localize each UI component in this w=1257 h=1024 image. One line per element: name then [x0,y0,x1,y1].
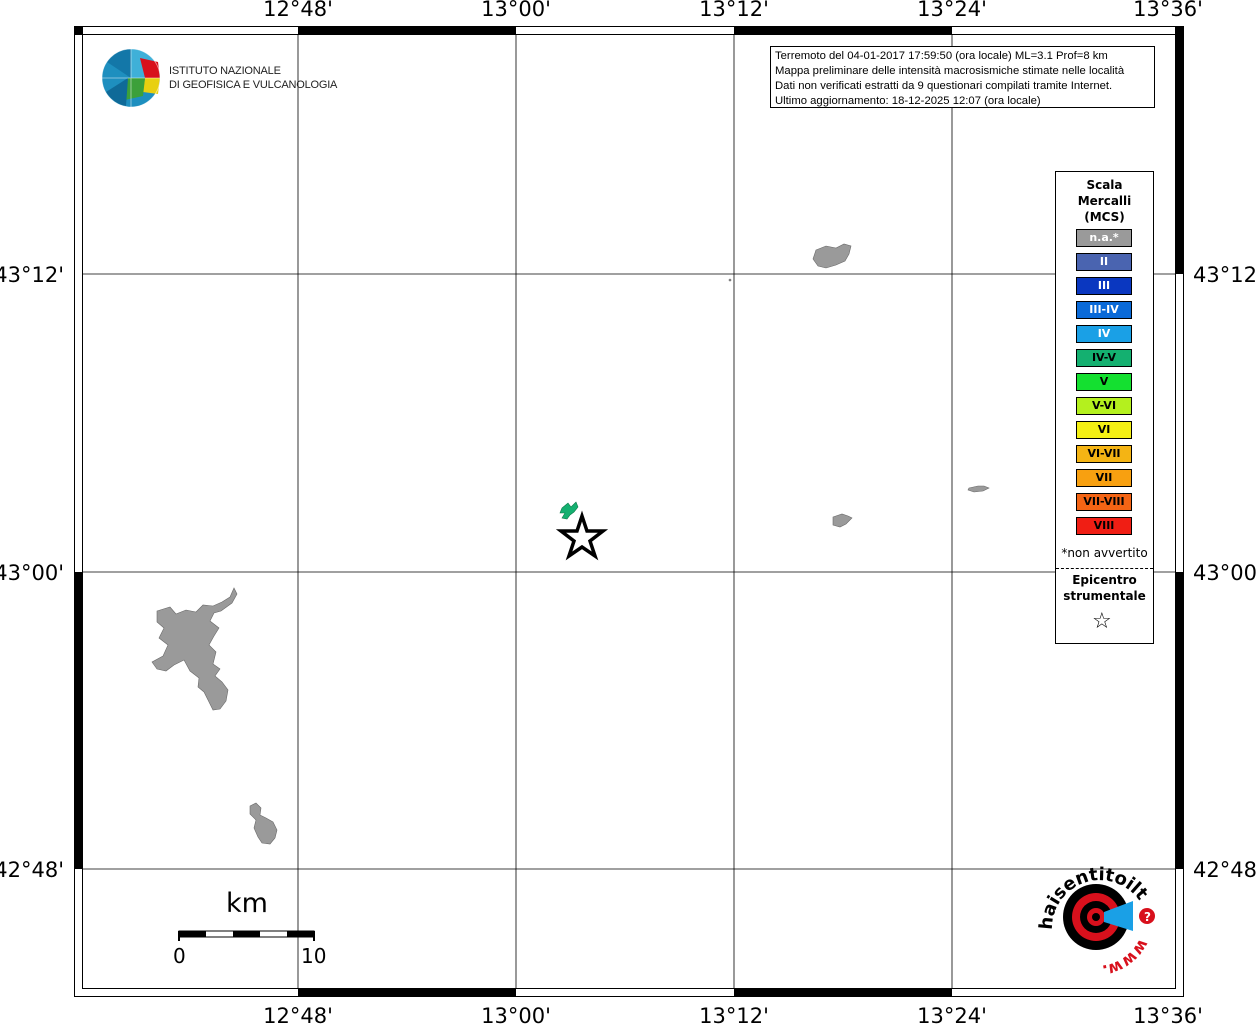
lon-label-top: 13°24' [917,0,987,21]
legend-divider [1056,568,1153,569]
lat-label-right: 43°00' [1193,561,1257,585]
logo-line: ISTITUTO NAZIONALE [169,65,281,77]
legend-title-line: (MCS) [1084,210,1125,224]
scale-unit: km [226,888,268,919]
lon-label-bottom: 13°36' [1133,1004,1203,1024]
town-point [728,278,732,282]
legend-item: VII [1076,469,1132,487]
legend-item: V [1076,373,1132,391]
legend-item: VI-VII [1076,445,1132,463]
lon-label-bottom: 12°48' [263,1004,333,1024]
legend-title-line: Mercalli [1077,194,1132,208]
intensity-legend: Scala Mercalli (MCS) n.a.* II III III-IV IV I… [1055,171,1154,644]
ingv-logo-text: ISTITUTO NAZIONALE DI GEOFISICA E VULCAN… [169,64,337,92]
legend-item: VI [1076,421,1132,439]
scale-min-label: 0 [173,944,186,968]
legend-epicenter-label: Epicentro strumentale [1056,572,1153,604]
lon-label-bottom: 13°12' [699,1004,769,1024]
lat-label-right: 42°48' [1193,858,1257,882]
star-icon: ☆ [1092,609,1112,634]
lat-label-left: 42°48' [0,858,64,882]
legend-item: II [1076,253,1132,271]
lat-label-left: 43°12' [0,263,64,287]
legend-item: IV-V [1076,349,1132,367]
lat-label-left: 43°00' [0,561,64,585]
legend-title-line: Scala [1086,178,1123,192]
lat-label-right: 43°12' [1193,263,1257,287]
legend-item: V-VI [1076,397,1132,415]
lon-label-top: 13°12' [699,0,769,21]
legend-item: IV [1076,325,1132,343]
legend-item: III-IV [1076,301,1132,319]
lon-label-bottom: 13°24' [917,1004,987,1024]
scale-max-label: 10 [301,944,327,968]
lon-label-top: 12°48' [263,0,333,21]
legend-item: VIII [1076,517,1132,535]
legend-item: VII-VIII [1076,493,1132,511]
logo-line: DI GEOFISICA E VULCANOLOGIA [169,79,338,91]
legend-item: n.a.* [1076,229,1132,247]
svg-text:?: ? [1144,910,1151,924]
ingv-globe-icon [101,48,161,108]
legend-title: Scala Mercalli (MCS) [1056,177,1153,225]
legend-note: *non avvertito [1061,546,1148,560]
legend-item: III [1076,277,1132,295]
info-line: Terremoto del 04-01-2017 17:59:50 (ora l… [775,50,1108,62]
lon-label-top: 13°00' [481,0,551,21]
legend-epicenter-line: strumentale [1063,589,1146,603]
info-line: Dati non verificati estratti da 9 questi… [775,80,1113,92]
info-line: Ultimo aggiornamento: 18-12-2025 12:07 (… [775,95,1041,107]
legend-epicenter-line: Epicentro [1072,573,1137,587]
lon-label-bottom: 13°00' [481,1004,551,1024]
info-line: Mappa preliminare delle intensità macros… [775,65,1125,77]
event-info-box: Terremoto del 04-01-2017 17:59:50 (ora l… [770,46,1155,108]
lon-label-top: 13°36' [1133,0,1203,21]
